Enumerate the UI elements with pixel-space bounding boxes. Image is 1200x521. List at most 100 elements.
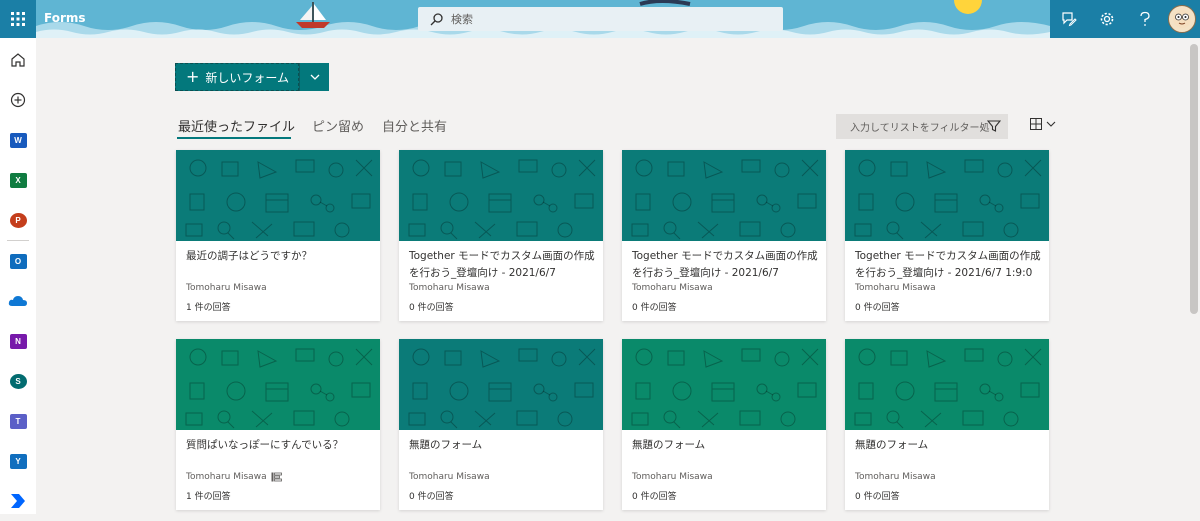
new-form-label: 新しいフォーム — [205, 70, 290, 85]
form-card[interactable]: 無題のフォーム Tomoharu Misawa 0 件の回答 — [845, 339, 1049, 510]
form-card[interactable]: 最近の調子はどうですか？ Tomoharu Misawa 1 件の回答 — [176, 150, 380, 321]
chevron-down-icon — [1046, 121, 1056, 127]
card-banner — [845, 339, 1049, 430]
rail-word[interactable]: W — [0, 120, 36, 160]
card-owner-name: Tomoharu Misawa — [855, 283, 936, 293]
search-input[interactable]: 検索 — [451, 11, 473, 27]
card-owner-name: Tomoharu Misawa — [632, 472, 713, 482]
card-owner: Tomoharu Misawa — [409, 472, 490, 482]
header-actions — [1050, 0, 1200, 38]
card-owner: Tomoharu Misawa — [632, 283, 713, 293]
help-button[interactable] — [1126, 0, 1164, 38]
onedrive-icon — [8, 296, 28, 306]
card-owner: Tomoharu Misawa — [632, 472, 713, 482]
tab-pinned[interactable]: ピン留め — [312, 116, 364, 135]
view-toggle[interactable] — [1030, 118, 1056, 130]
card-response-count: 1 件の回答 — [186, 303, 231, 313]
rail-home[interactable] — [0, 40, 36, 80]
card-title: 最近の調子はどうですか？ — [186, 250, 312, 262]
app-rail: W X P O N S T Y — [0, 38, 36, 514]
search-icon — [430, 12, 443, 25]
card-owner-name: Tomoharu Misawa — [632, 283, 713, 293]
card-owner: Tomoharu Misawa — [186, 283, 267, 293]
app-name[interactable]: Forms — [44, 11, 86, 25]
scrollbar-thumb[interactable] — [1190, 44, 1198, 314]
banner-pattern — [845, 339, 1049, 430]
card-title: Together モードでカスタム画面の作成を行おう_登壇向け - 2021/6… — [632, 250, 818, 279]
card-response-count: 0 件の回答 — [632, 303, 677, 313]
form-card[interactable]: 無題のフォーム Tomoharu Misawa 0 件の回答 — [622, 339, 826, 510]
card-title: Together モードでカスタム画面の作成を行おう_登壇向け - 2021/6… — [855, 250, 1041, 279]
banner-pattern — [176, 150, 380, 241]
card-title: 無題のフォーム — [632, 439, 706, 451]
rail-onedrive[interactable] — [0, 281, 36, 321]
filter-input[interactable]: 入力してリストをフィルター処 — [850, 119, 990, 134]
form-card[interactable]: Together モードでカスタム画面の作成を行おう_登壇向け - 2021/6… — [845, 150, 1049, 321]
filter-box[interactable]: 入力してリストをフィルター処 — [836, 114, 1008, 139]
home-icon — [11, 53, 25, 67]
rail-powerpoint[interactable]: P — [0, 200, 36, 240]
avatar[interactable] — [1168, 5, 1196, 33]
rail-excel[interactable]: X — [0, 160, 36, 200]
banner-pattern — [622, 150, 826, 241]
card-response-count: 0 件の回答 — [855, 303, 900, 313]
banner-pattern — [622, 339, 826, 430]
waffle-icon — [11, 12, 25, 26]
form-card[interactable]: 質問ぱいなっぽーにすんでいる？ Tomoharu Misawa 1 件の回答 — [176, 339, 380, 510]
active-tab-indicator — [177, 137, 291, 139]
yammer-icon: Y — [9, 453, 27, 469]
card-banner — [622, 150, 826, 241]
rail-teams[interactable]: T — [0, 401, 36, 441]
form-card[interactable]: 無題のフォーム Tomoharu Misawa 0 件の回答 — [399, 339, 603, 510]
rail-onenote[interactable]: N — [0, 321, 36, 361]
card-banner — [399, 150, 603, 241]
chevron-down-icon — [310, 74, 319, 80]
avatar-image — [1173, 10, 1191, 28]
card-response-count: 0 件の回答 — [632, 492, 677, 502]
card-owner-name: Tomoharu Misawa — [186, 283, 267, 293]
card-banner — [176, 150, 380, 241]
teams-icon: T — [9, 413, 27, 429]
rail-yammer[interactable]: Y — [0, 441, 36, 481]
app-launcher-button[interactable] — [0, 0, 36, 38]
card-owner-name: Tomoharu Misawa — [409, 472, 490, 482]
card-response-count: 0 件の回答 — [409, 303, 454, 313]
form-card[interactable]: Together モードでカスタム画面の作成を行おう_登壇向け - 2021/6… — [399, 150, 603, 321]
card-banner — [176, 339, 380, 430]
rail-power-automate[interactable] — [0, 481, 36, 521]
top-bar: Forms 検索 — [0, 0, 1200, 38]
onenote-icon: N — [9, 333, 27, 349]
card-owner-name: Tomoharu Misawa — [409, 283, 490, 293]
banner-pattern — [399, 339, 603, 430]
page-scrollbar[interactable] — [1188, 38, 1200, 514]
rail-sharepoint[interactable]: S — [0, 361, 36, 401]
excel-icon: X — [9, 172, 27, 188]
word-icon: W — [9, 132, 27, 148]
rail-create[interactable] — [0, 80, 36, 120]
grid-view-icon — [1030, 118, 1042, 130]
card-response-count: 1 件の回答 — [186, 492, 231, 502]
feedback-button[interactable] — [1050, 0, 1088, 38]
filter-icon[interactable] — [987, 119, 1001, 133]
card-title: 質問ぱいなっぽーにすんでいる？ — [186, 439, 344, 451]
search-box[interactable]: 検索 — [418, 7, 783, 31]
tab-shared-with-me[interactable]: 自分と共有 — [382, 116, 447, 135]
banner-pattern — [845, 150, 1049, 241]
card-title: Together モードでカスタム画面の作成を行おう_登壇向け - 2021/6… — [409, 250, 595, 279]
new-form-button[interactable]: + 新しいフォーム — [175, 63, 299, 91]
tab-recent[interactable]: 最近使ったファイル — [178, 116, 295, 135]
card-owner-name: Tomoharu Misawa — [186, 472, 267, 482]
rail-outlook[interactable]: O — [0, 241, 36, 281]
card-response-count: 0 件の回答 — [409, 492, 454, 502]
gear-icon — [1100, 12, 1114, 26]
banner-pattern — [176, 339, 380, 430]
settings-button[interactable] — [1088, 0, 1126, 38]
card-banner — [399, 339, 603, 430]
help-icon — [1140, 11, 1150, 26]
powerpoint-icon: P — [9, 212, 27, 228]
card-banner — [845, 150, 1049, 241]
power-automate-icon — [11, 494, 25, 508]
new-form-dropdown-button[interactable] — [299, 63, 329, 91]
form-card[interactable]: Together モードでカスタム画面の作成を行おう_登壇向け - 2021/6… — [622, 150, 826, 321]
card-owner: Tomoharu Misawa — [855, 283, 936, 293]
